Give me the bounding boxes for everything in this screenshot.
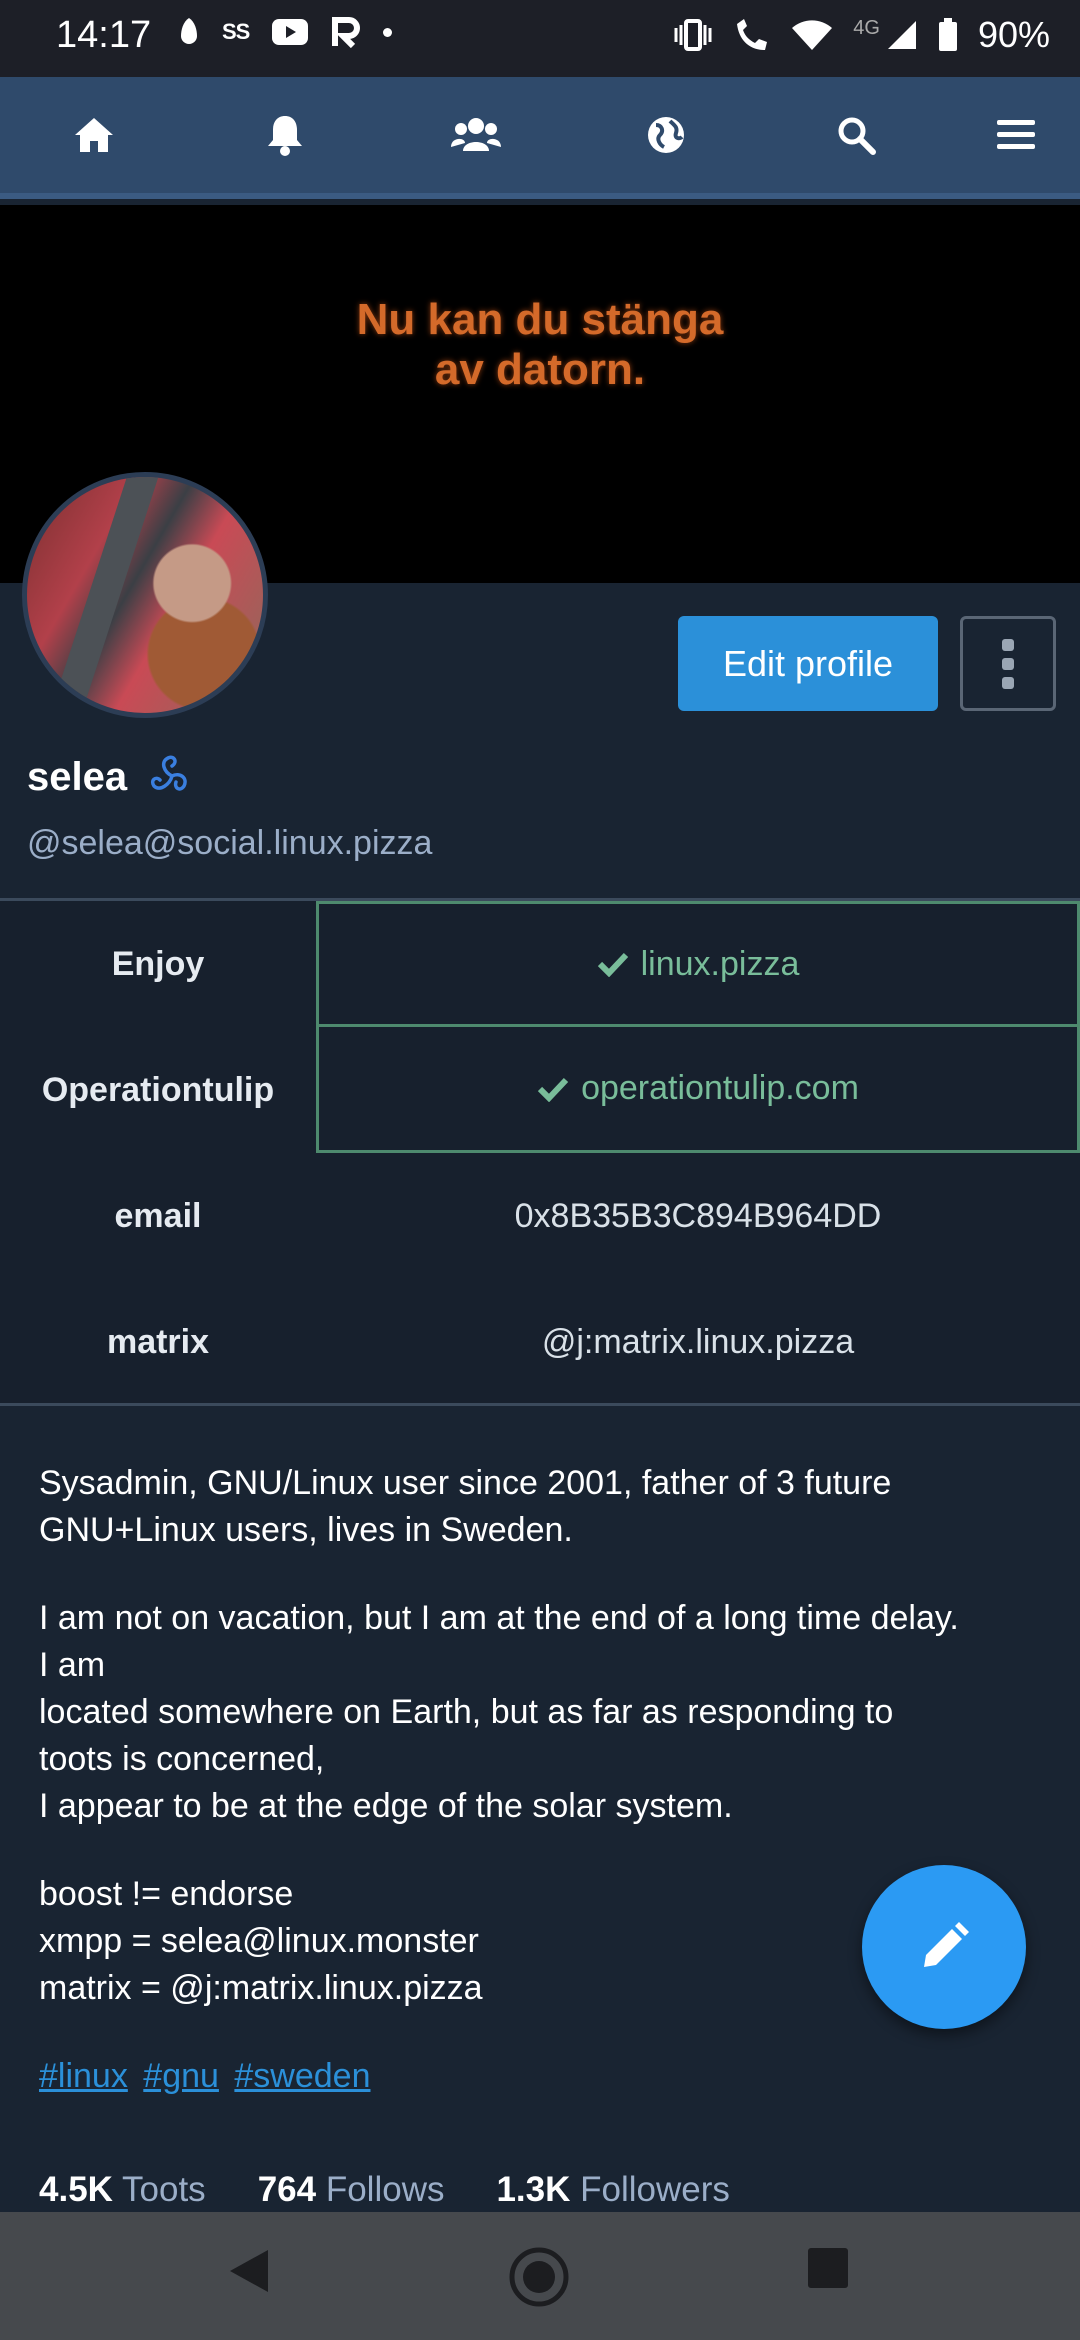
hashtag-link[interactable]: #gnu [143,2057,219,2095]
users-icon [451,118,501,151]
lock-shield-icon [181,18,197,44]
bio-line: located somewhere on Earth, but as far a… [39,1693,894,1731]
field-key: Operationtulip [41,1070,275,1109]
field-key: Enjoy [111,944,205,983]
wifi-call-icon [737,19,768,50]
vibrate-icon [674,19,712,51]
bio-line: GNU+Linux users, lives in Sweden. [39,1511,573,1549]
status-system-icons: 4G 90% [673,14,1050,56]
recents-icon[interactable] [806,2246,850,2290]
follows-count-link[interactable]: 764 Follows [258,2170,445,2210]
compose-button[interactable] [862,1865,1026,2029]
field-key: matrix [106,1322,210,1361]
bio-line: I appear to be at the edge of the solar … [39,1787,733,1825]
more-notifications-dot [383,27,393,37]
check-icon [597,952,628,977]
back-icon[interactable] [226,2246,272,2296]
profile-fields: Enjoy linux.pizza Operationtulip operati… [0,898,1080,1406]
youtube-icon [272,19,309,45]
app-navbar [0,77,1080,199]
bio-line: toots is concerned, [39,1740,325,1778]
bell-icon [268,116,302,156]
wifi-icon [792,20,833,50]
nav-search[interactable] [826,105,886,165]
triskelion-emoji-icon [150,755,187,791]
signal-icon [887,21,916,49]
status-time: 14:17 [56,14,152,56]
status-notification-icons: SS [178,16,393,48]
nav-local[interactable] [446,105,506,165]
field-key: email [114,1196,202,1235]
field-row: Operationtulip operationtulip.com [0,1027,1080,1153]
check-icon [537,1077,569,1102]
field-row: Enjoy linux.pizza [0,901,1080,1027]
field-value-verified[interactable]: operationtulip.com [316,1027,1080,1153]
search-icon [838,117,876,155]
battery-percent: 90% [977,14,1050,55]
home-icon [75,118,113,152]
bio-line: Sysadmin, GNU/Linux user since 2001, fat… [39,1464,892,1502]
home-circle-icon[interactable] [508,2246,570,2308]
profile-stats: 4.5K Toots 764 Follows 1.3K Followers [39,2170,730,2210]
network-type: 4G [853,16,880,39]
display-name: selea [27,755,128,799]
header-caption: Nu kan du stänga av datorn. [356,295,724,394]
more-options-button[interactable] [960,616,1056,711]
app-r-icon [332,17,361,48]
field-value: @j:matrix.linux.pizza [541,1322,855,1361]
edit-profile-button[interactable]: Edit profile [678,616,938,711]
globe-icon [648,117,684,153]
account-handle: @selea@social.linux.pizza [27,824,433,862]
bio-line: boost != endorse [39,1875,294,1913]
bio-line: matrix = @j:matrix.linux.pizza [39,1969,483,2007]
menu-icon [997,120,1035,149]
nav-home[interactable] [64,105,124,165]
nav-notifications[interactable] [255,105,315,165]
avatar[interactable] [22,472,268,718]
bio-line: xmpp = selea@linux.monster [39,1922,479,1960]
field-value-verified[interactable]: linux.pizza [316,901,1080,1027]
hashtag-link[interactable]: #sweden [234,2057,370,2095]
pencil-icon [924,1922,969,1967]
hashtag-link[interactable]: #linux [39,2057,128,2095]
status-bar: 14:17 SS 4G 90% [0,0,1080,77]
field-row: matrix @j:matrix.linux.pizza [0,1279,1080,1405]
hashtags: #linux #gnu #sweden [39,2053,1049,2100]
profile-bio: Sysadmin, GNU/Linux user since 2001, fat… [39,1460,1049,2141]
followers-count-link[interactable]: 1.3K Followers [496,2170,729,2210]
field-row: email 0x8B35B3C894B964DD [0,1153,1080,1279]
toots-count-link[interactable]: 4.5K Toots [39,2170,206,2210]
bio-line: I am not on vacation, but I am at the en… [39,1599,959,1637]
battery-icon [938,18,957,51]
nav-menu[interactable] [986,105,1046,165]
system-navigation-bar [0,2212,1080,2340]
field-value: 0x8B35B3C894B964DD [514,1196,882,1235]
bio-line: I am [39,1646,106,1684]
nav-federated[interactable] [636,105,696,165]
ss-icon: SS [222,19,250,44]
